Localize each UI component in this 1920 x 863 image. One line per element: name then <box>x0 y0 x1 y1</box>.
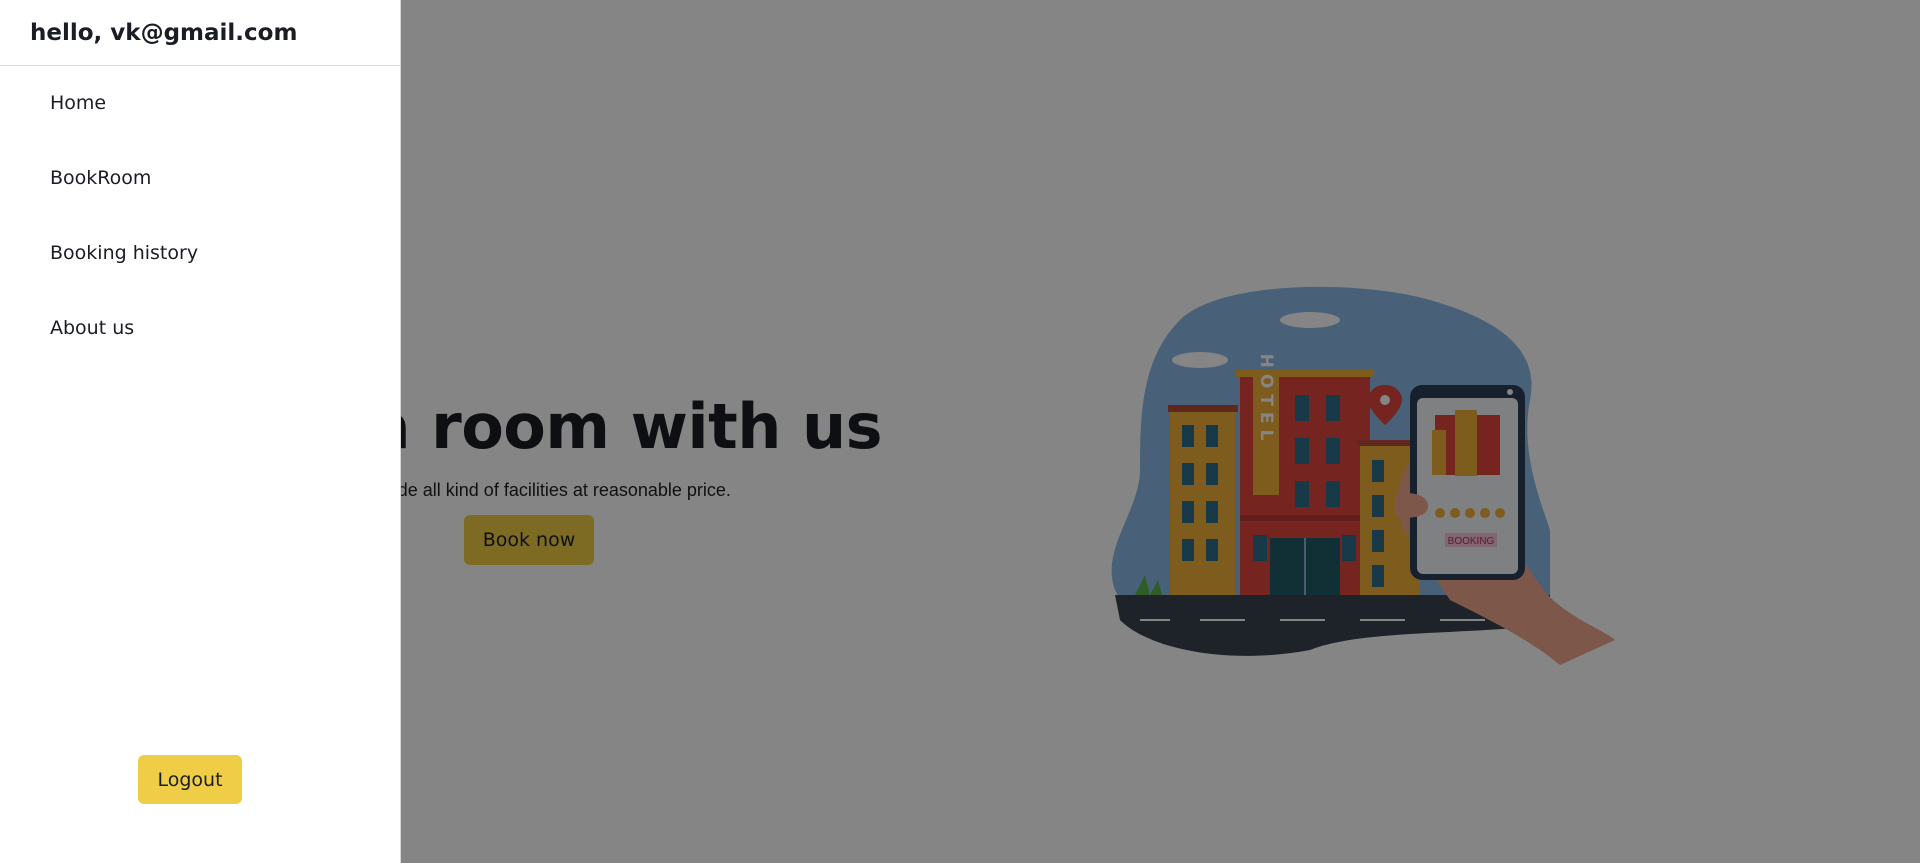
user-greeting: hello, vk@gmail.com <box>30 19 298 46</box>
logout-button[interactable]: Logout <box>138 755 242 804</box>
nav-item-bookroom[interactable]: BookRoom <box>50 167 151 189</box>
nav-item-home[interactable]: Home <box>50 92 106 114</box>
nav-item-about-us[interactable]: About us <box>50 317 134 339</box>
drawer-header: hello, vk@gmail.com <box>0 0 400 66</box>
navigation-drawer: hello, vk@gmail.com Home BookRoom Bookin… <box>0 0 401 863</box>
nav-item-booking-history[interactable]: Booking history <box>50 242 198 264</box>
